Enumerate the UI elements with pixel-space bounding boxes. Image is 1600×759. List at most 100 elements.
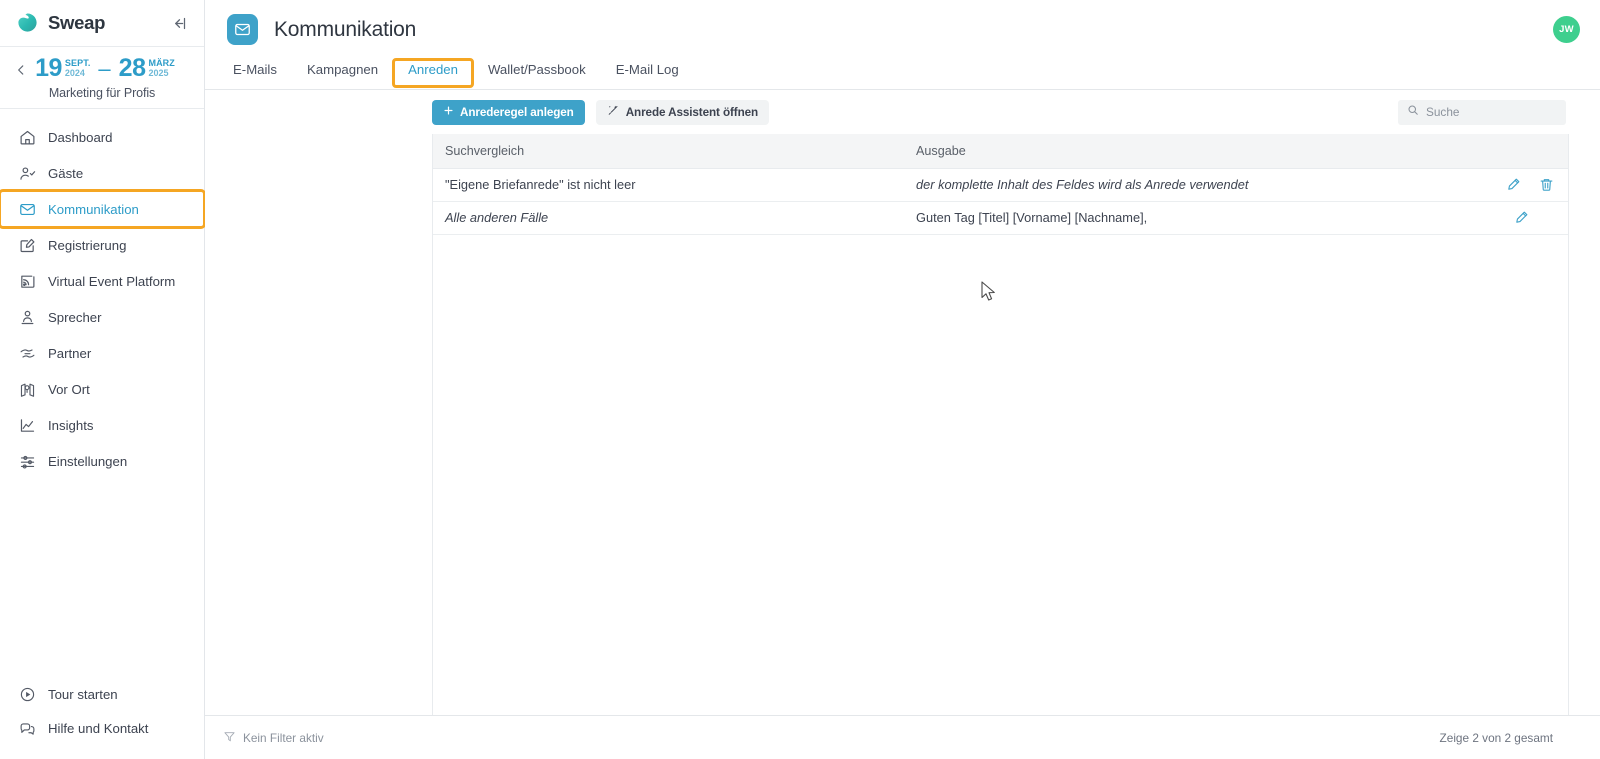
sidebar-item-label: Partner — [48, 345, 92, 361]
sidebar-item-label: Dashboard — [48, 129, 113, 145]
tab-email-log[interactable]: E-Mail Log — [601, 59, 694, 89]
chat-bubbles-icon — [18, 719, 36, 737]
create-salutation-rule-label: Anrederegel anlegen — [460, 105, 574, 119]
action-toolbar: Anrederegel anlegen Anrede Assistent öff… — [205, 90, 1600, 134]
sidebar-item-einstellungen[interactable]: Einstellungen — [0, 443, 204, 479]
sidebar-item-label: Gäste — [48, 165, 84, 181]
column-header-suchvergleich: Suchvergleich — [433, 134, 905, 169]
sidebar-item-label: Einstellungen — [48, 453, 128, 469]
table-empty-space — [433, 234, 1568, 715]
date-range-dash: – — [98, 56, 111, 81]
sidebar-item-kommunikation[interactable]: Kommunikation — [0, 189, 206, 229]
sidebar-item-label: Insights — [48, 417, 94, 433]
envelope-icon — [18, 200, 36, 218]
sidebar-item-registrierung[interactable]: Registrierung — [0, 227, 204, 263]
table-row[interactable]: "Eigene Briefanrede" ist nicht leer der … — [433, 168, 1568, 202]
sidebar-item-label: Sprecher — [48, 309, 102, 325]
event-start-month: SEPT. — [64, 58, 91, 68]
filter-status-label: Kein Filter aktiv — [243, 730, 324, 745]
home-icon — [18, 128, 36, 146]
table-header-row: Suchvergleich Ausgabe — [433, 134, 1568, 169]
tab-bar: E-Mails Kampagnen Anreden Wallet/Passboo… — [205, 58, 1600, 90]
map-pin-icon — [18, 380, 36, 398]
pencil-icon[interactable] — [1506, 177, 1521, 192]
speaker-person-icon — [18, 308, 36, 326]
cell-match: Alle anderen Fälle — [433, 201, 905, 235]
salutation-rules-table-container: Suchvergleich Ausgabe "Eigene Briefanred… — [432, 134, 1569, 715]
cell-actions — [1403, 168, 1568, 202]
record-count-label: Zeige 2 von 2 gesamt — [1439, 730, 1553, 745]
page-header: Kommunikation JW — [205, 0, 1600, 59]
column-header-ausgabe: Ausgabe — [904, 134, 1404, 169]
sidebar: Sweap 19 SEPT. 2024 – 28 MÄRZ 2025 Marke… — [0, 0, 206, 759]
tab-wallet-passbook[interactable]: Wallet/Passbook — [473, 59, 601, 89]
create-salutation-rule-button[interactable]: Anrederegel anlegen — [432, 99, 585, 125]
plus-icon — [443, 105, 454, 119]
sweap-logo-icon — [16, 12, 39, 35]
user-check-icon — [18, 164, 36, 182]
sidebar-item-dashboard[interactable]: Dashboard — [0, 119, 204, 155]
event-start-date: 19 SEPT. 2024 — [35, 55, 90, 82]
form-edit-icon — [18, 236, 36, 254]
cell-output: Guten Tag [Titel] [Vorname] [Nachname], — [904, 201, 1404, 235]
event-end-month: MÄRZ — [148, 58, 175, 68]
broadcast-icon — [18, 272, 36, 290]
sidebar-item-label: Virtual Event Platform — [48, 273, 176, 289]
app-root: Sweap 19 SEPT. 2024 – 28 MÄRZ 2025 Marke… — [0, 0, 1600, 759]
event-date-range: 19 SEPT. 2024 – 28 MÄRZ 2025 — [10, 55, 194, 83]
sidebar-item-insights[interactable]: Insights — [0, 407, 204, 443]
table-body: "Eigene Briefanrede" ist nicht leer der … — [433, 168, 1568, 235]
sidebar-bottom-nav: Tour starten Hilfe und Kontakt — [0, 677, 204, 759]
magic-wand-icon — [607, 104, 620, 120]
sidebar-item-virtual-event-platform[interactable]: Virtual Event Platform — [0, 263, 204, 299]
column-header-actions — [1403, 134, 1568, 169]
chart-line-icon — [18, 416, 36, 434]
avatar[interactable]: JW — [1553, 16, 1580, 43]
sidebar-item-hilfe-und-kontakt[interactable]: Hilfe und Kontakt — [0, 711, 204, 745]
collapse-sidebar-icon[interactable] — [168, 12, 190, 34]
page-title: Kommunikation — [274, 17, 417, 41]
play-circle-icon — [18, 685, 36, 703]
table-footer: Kein Filter aktiv Zeige 2 von 2 gesamt — [205, 715, 1600, 759]
search-input[interactable] — [1426, 105, 1557, 119]
chevron-left-icon[interactable] — [14, 63, 28, 77]
tab-kampagnen[interactable]: Kampagnen — [292, 59, 393, 89]
event-start-year: 2024 — [64, 68, 85, 78]
open-salutation-assistant-button[interactable]: Anrede Assistent öffnen — [595, 99, 770, 125]
pencil-icon[interactable] — [1514, 210, 1529, 225]
filter-status[interactable]: Kein Filter aktiv — [223, 730, 324, 746]
sidebar-item-partner[interactable]: Partner — [0, 335, 204, 371]
cell-output: der komplette Inhalt des Feldes wird als… — [904, 168, 1404, 202]
sidebar-item-sprecher[interactable]: Sprecher — [0, 299, 204, 335]
sidebar-item-gaeste[interactable]: Gäste — [0, 155, 204, 191]
cell-match: "Eigene Briefanrede" ist nicht leer — [433, 168, 905, 202]
table-row[interactable]: Alle anderen Fälle Guten Tag [Titel] [Vo… — [433, 201, 1568, 235]
search-icon — [1407, 103, 1419, 121]
sliders-icon — [18, 452, 36, 470]
sidebar-item-tour-starten[interactable]: Tour starten — [0, 677, 204, 711]
search-box[interactable] — [1398, 99, 1566, 125]
sidebar-item-label: Hilfe und Kontakt — [48, 720, 149, 736]
brand-row: Sweap — [0, 0, 204, 46]
tab-anreden[interactable]: Anreden — [392, 58, 474, 88]
event-end-date: 28 MÄRZ 2025 — [119, 55, 175, 82]
tab-emails[interactable]: E-Mails — [227, 59, 292, 89]
sidebar-item-label: Tour starten — [48, 686, 118, 702]
cell-actions — [1403, 201, 1568, 235]
sidebar-nav: Dashboard Gäste Kommunikation Registrier… — [0, 109, 206, 479]
trash-icon[interactable] — [1539, 177, 1554, 192]
sidebar-item-label: Kommunikation — [48, 201, 139, 217]
funnel-icon — [223, 730, 236, 746]
sidebar-item-vor-ort[interactable]: Vor Ort — [0, 371, 204, 407]
event-selector[interactable]: 19 SEPT. 2024 – 28 MÄRZ 2025 Marketing f… — [0, 47, 204, 108]
sidebar-item-label: Vor Ort — [48, 381, 90, 397]
main-content: Kommunikation JW E-Mails Kampagnen Anred… — [205, 0, 1600, 759]
salutation-rules-table: Suchvergleich Ausgabe "Eigene Briefanred… — [433, 134, 1568, 235]
table-header: Suchvergleich Ausgabe — [433, 134, 1568, 169]
event-end-day: 28 — [118, 54, 146, 82]
brand-name: Sweap — [48, 12, 106, 33]
sidebar-item-label: Registrierung — [48, 237, 127, 253]
event-name: Marketing für Profis — [48, 86, 156, 100]
handshake-icon — [18, 344, 36, 362]
event-start-day: 19 — [35, 54, 62, 82]
